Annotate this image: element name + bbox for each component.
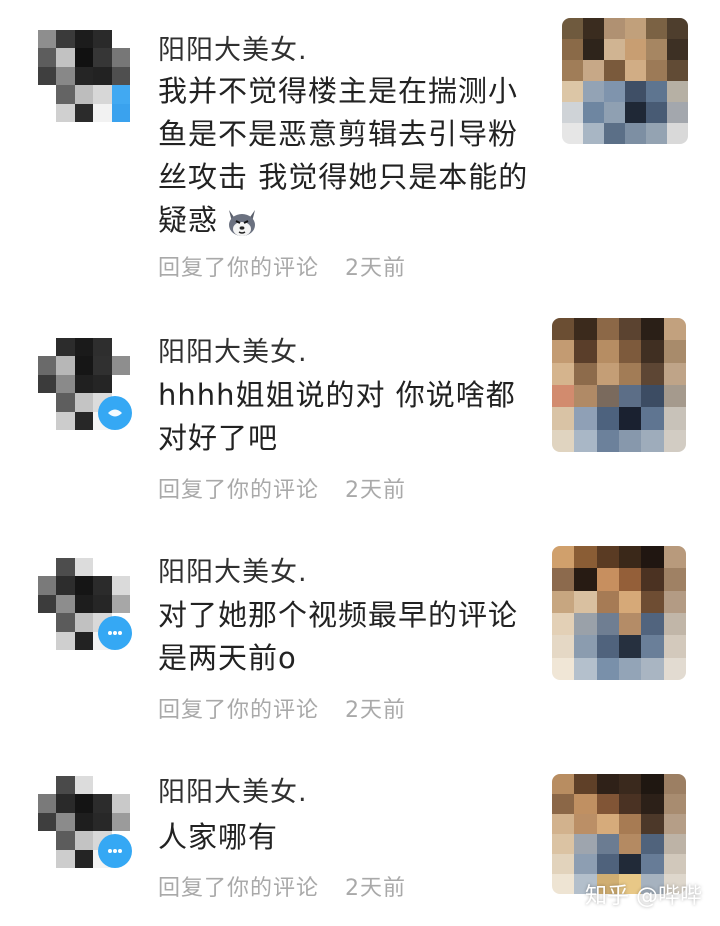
reply-link[interactable]: 回复了你的评论 bbox=[158, 692, 319, 724]
user-name[interactable]: 阳阳大美女. bbox=[158, 330, 308, 369]
comment-text-content: 我并不觉得楼主是在揣测小鱼是不是恶意剪辑去引导粉丝攻击 我觉得她只是本能的疑惑 bbox=[158, 74, 529, 237]
comment-meta: 回复了你的评论 2天前 bbox=[158, 692, 406, 724]
avatar-badge bbox=[98, 396, 132, 430]
comment-text: 对了她那个视频最早的评论是两天前o bbox=[158, 598, 519, 675]
user-name[interactable]: 阳阳大美女. bbox=[158, 770, 308, 809]
comment-text: hhhh姐姐说的对 你说啥都对好了吧 bbox=[158, 378, 516, 455]
post-thumbnail[interactable] bbox=[552, 318, 686, 452]
time-ago: 2天前 bbox=[345, 698, 407, 723]
comment-text: 人家哪有 bbox=[158, 820, 279, 854]
avatar[interactable] bbox=[38, 30, 130, 122]
reply-link[interactable]: 回复了你的评论 bbox=[158, 472, 319, 504]
watermark: 知乎 @哔哔 bbox=[585, 884, 702, 909]
time-ago: 2天前 bbox=[345, 256, 407, 281]
reply-link[interactable]: 回复了你的评论 bbox=[158, 870, 319, 902]
avatar-badge bbox=[98, 616, 132, 650]
avatar-badge bbox=[98, 834, 132, 868]
comment-item[interactable]: 阳阳大美女. 对了她那个视频最早的评论是两天前o 回复了你的评论 2天前 bbox=[0, 520, 720, 740]
reply-link[interactable]: 回复了你的评论 bbox=[158, 250, 319, 282]
message-icon bbox=[108, 409, 122, 417]
comment-text: 我并不觉得楼主是在揣测小鱼是不是恶意剪辑去引导粉丝攻击 我觉得她只是本能的疑惑 bbox=[158, 70, 538, 242]
comment-list: 阳阳大美女. 我并不觉得楼主是在揣测小鱼是不是恶意剪辑去引导粉丝攻击 我觉得她只… bbox=[0, 0, 720, 926]
comment-item[interactable]: 阳阳大美女. 我并不觉得楼主是在揣测小鱼是不是恶意剪辑去引导粉丝攻击 我觉得她只… bbox=[0, 0, 720, 300]
post-thumbnail[interactable] bbox=[552, 774, 686, 894]
comment-meta: 回复了你的评论 2天前 bbox=[158, 250, 406, 282]
more-dots-icon bbox=[108, 849, 122, 853]
post-thumbnail[interactable] bbox=[552, 546, 686, 680]
user-name[interactable]: 阳阳大美女. bbox=[158, 28, 308, 67]
post-thumbnail[interactable] bbox=[562, 18, 688, 144]
comment-meta: 回复了你的评论 2天前 bbox=[158, 472, 406, 504]
time-ago: 2天前 bbox=[345, 478, 407, 503]
user-name[interactable]: 阳阳大美女. bbox=[158, 550, 308, 589]
time-ago: 2天前 bbox=[345, 876, 407, 901]
comment-item[interactable]: 阳阳大美女. hhhh姐姐说的对 你说啥都对好了吧 回复了你的评论 2天前 bbox=[0, 300, 720, 520]
comment-meta: 回复了你的评论 2天前 bbox=[158, 870, 406, 902]
husky-face-emoji-icon bbox=[224, 204, 260, 240]
more-dots-icon bbox=[108, 631, 122, 635]
